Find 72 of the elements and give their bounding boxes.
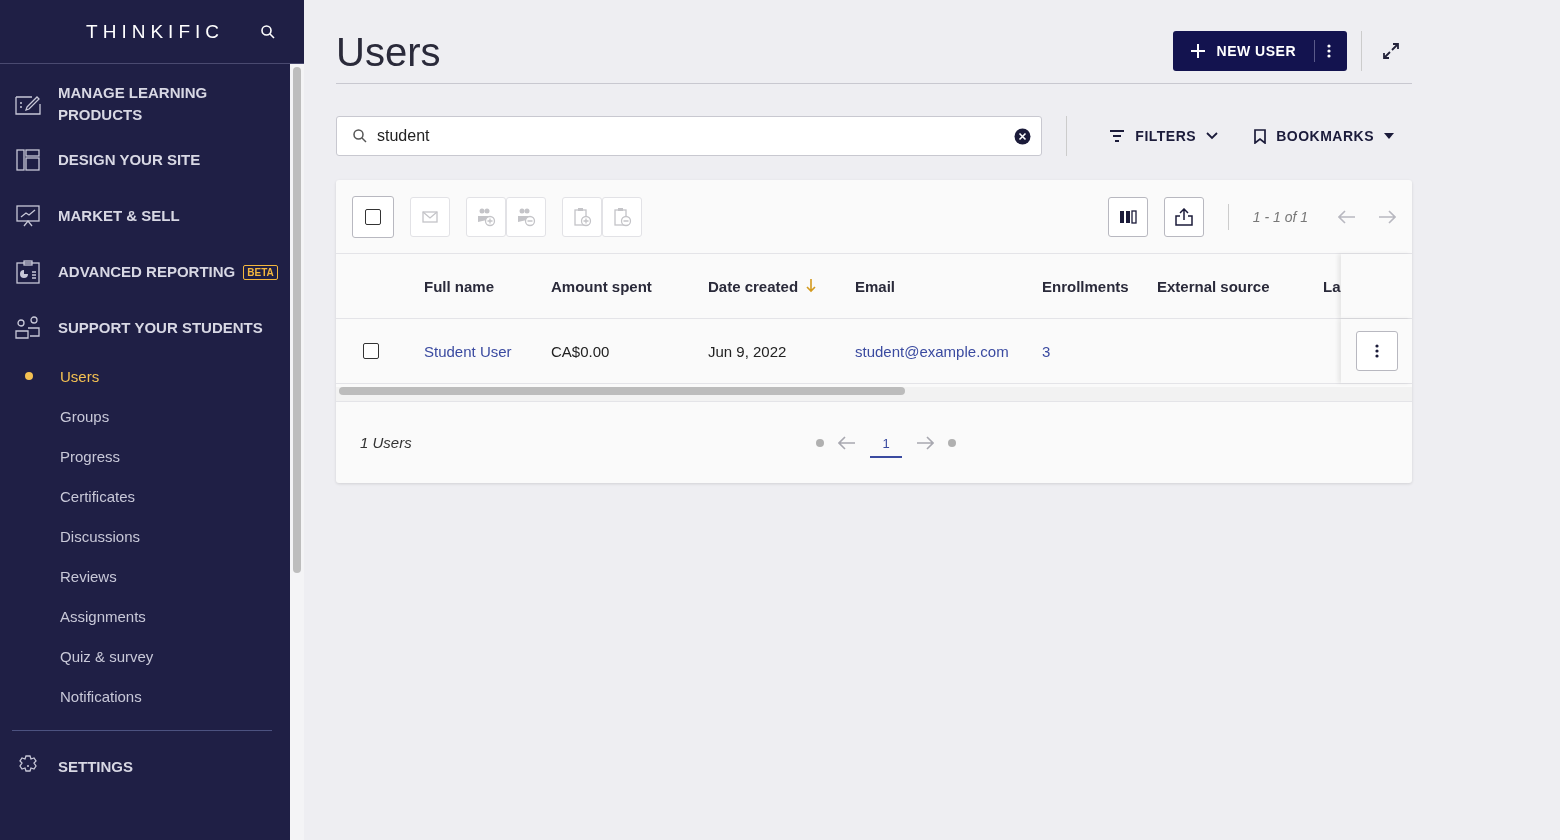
beta-badge: BETA	[243, 264, 278, 280]
plus-icon	[1190, 43, 1205, 58]
export-icon[interactable]	[1163, 196, 1204, 237]
bookmarks-button[interactable]: BOOKMARKS	[1236, 128, 1412, 144]
page-title: Users	[336, 30, 441, 75]
search-icon[interactable]	[260, 23, 276, 40]
nav-item[interactable]: Assignments	[0, 596, 288, 636]
first-page-dot[interactable]	[816, 438, 824, 447]
nav-item[interactable]: Progress	[0, 436, 288, 476]
column-header[interactable]: Enrollments	[1042, 277, 1129, 295]
filters-button[interactable]: FILTERS	[1091, 128, 1237, 144]
nav-section[interactable]: ADVANCED REPORTING BETA	[0, 244, 288, 300]
vertical-dots-icon	[1374, 344, 1379, 358]
nav-section[interactable]: SETTINGS	[0, 739, 288, 795]
nav-section[interactable]: MANAGE LEARNING PRODUCTS	[0, 76, 288, 132]
nav-item[interactable]: Notifications	[0, 676, 288, 716]
range-label: 1 - 1 of 1	[1252, 208, 1308, 225]
nav-item[interactable]: Reviews	[0, 556, 288, 596]
nav-section[interactable]: SUPPORT YOUR STUDENTS	[0, 300, 288, 356]
layout-icon	[14, 148, 42, 172]
nav-item[interactable]: Quiz & survey	[0, 636, 288, 676]
presentation-chart-icon	[14, 204, 42, 228]
vertical-dots-icon	[1327, 43, 1331, 58]
nav-section[interactable]: DESIGN YOUR SITE	[0, 132, 288, 188]
caret-down-icon	[1384, 133, 1394, 139]
arrow-right-icon[interactable]	[916, 435, 934, 450]
section-label: SETTINGS	[58, 757, 133, 777]
table-link[interactable]: 3	[1042, 342, 1051, 360]
arrow-left-icon[interactable]	[838, 435, 856, 450]
expand-icon[interactable]	[1382, 41, 1400, 60]
bookmark-icon	[1254, 128, 1267, 144]
table-link[interactable]: student@example.com	[855, 342, 1009, 360]
scrollbar[interactable]	[290, 64, 304, 840]
user-count: 1 Users	[360, 434, 412, 451]
search-icon	[352, 128, 368, 144]
table-cell: CA$0.00	[551, 342, 610, 360]
sort-arrow-icon[interactable]	[806, 279, 817, 293]
arrow-left-icon[interactable]	[1338, 209, 1356, 224]
report-clipboard-icon	[14, 260, 42, 284]
section-label: MANAGE LEARNING PRODUCTS	[58, 83, 209, 125]
last-page-dot[interactable]	[948, 438, 956, 447]
section-label: ADVANCED REPORTING	[58, 262, 236, 282]
more-button[interactable]	[1355, 331, 1398, 371]
filter-icon	[1109, 130, 1126, 142]
column-header[interactable]: Email	[855, 277, 896, 295]
chevron-down-icon	[1206, 132, 1219, 140]
nav-section[interactable]: MARKET & SELL	[0, 188, 288, 244]
page-button[interactable]: 1	[870, 427, 902, 458]
column-header[interactable]: External source	[1157, 277, 1270, 295]
column-header[interactable]: Full name	[424, 277, 494, 295]
clear-icon[interactable]	[1014, 128, 1032, 145]
nav-item[interactable]: Certificates	[0, 476, 288, 516]
scrollbar[interactable]	[336, 387, 1412, 402]
select-all-checkbox[interactable]	[352, 195, 394, 238]
column-header[interactable]: La	[1323, 277, 1341, 295]
table-link[interactable]: Student User	[424, 342, 512, 360]
columns-icon[interactable]	[1107, 196, 1148, 237]
arrow-right-icon[interactable]	[1378, 209, 1396, 224]
column-header[interactable]: Amount spent	[551, 277, 652, 295]
section-label: DESIGN YOUR SITE	[58, 150, 201, 170]
table-cell: Jun 9, 2022	[708, 342, 787, 360]
logo[interactable]: THINKIFIC	[86, 20, 224, 43]
section-label: SUPPORT YOUR STUDENTS	[58, 318, 263, 338]
people-icon	[14, 316, 42, 340]
search-field[interactable]: student	[336, 116, 1043, 156]
new-user-button[interactable]: NEW USER	[1172, 30, 1347, 71]
column-header[interactable]: Date created	[708, 277, 799, 295]
row-checkbox[interactable]	[363, 343, 379, 359]
nav-item[interactable]: Discussions	[0, 516, 288, 556]
section-label: MARKET & SELL	[58, 206, 180, 226]
nav-item[interactable]: Groups	[0, 396, 288, 436]
nav-item[interactable]: Users	[0, 356, 288, 396]
